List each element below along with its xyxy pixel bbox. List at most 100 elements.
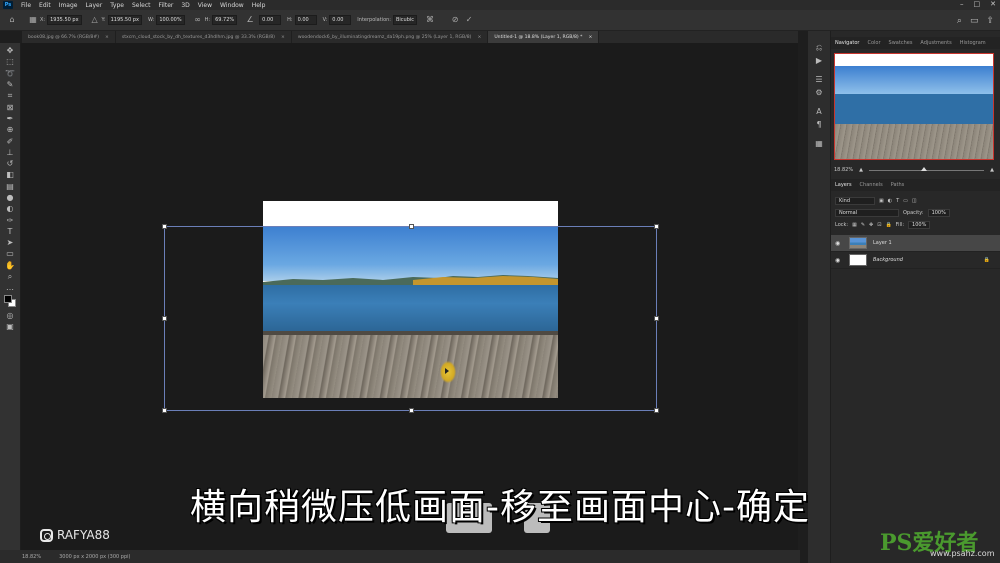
blend-mode-select[interactable]: Normal [835, 209, 899, 217]
tab-swatches[interactable]: Swatches [885, 40, 917, 46]
frame-icon[interactable]: ⊠ [3, 101, 17, 112]
lock-move-icon[interactable]: ✥ [869, 222, 873, 228]
adjust-panel-icon[interactable]: ⚙ [815, 86, 822, 99]
filter-shape-icon[interactable]: ▭ [903, 198, 908, 204]
share-icon[interactable]: ⇪ [986, 16, 994, 26]
quick-mask-icon[interactable]: ◎ [3, 310, 17, 321]
lock-all-icon[interactable]: 🔒 [885, 222, 891, 228]
menu-view[interactable]: View [194, 2, 216, 9]
color-swatches[interactable] [3, 294, 17, 310]
foreground-color-swatch[interactable] [4, 294, 12, 303]
menu-filter[interactable]: Filter [155, 2, 178, 9]
healing-icon[interactable]: ⊕ [3, 124, 17, 135]
hand-icon[interactable]: ✋ [3, 260, 17, 271]
tab-adjustments[interactable]: Adjustments [916, 40, 955, 46]
transform-handle-top-right[interactable] [654, 224, 659, 229]
transform-handle-right[interactable] [654, 316, 659, 321]
tab-cloud-stock[interactable]: stxcm_cloud_stock_by_dh_textures_d3hdlhm… [116, 31, 292, 43]
path-select-icon[interactable]: ➤ [3, 237, 17, 248]
zoom-icon[interactable]: ⌕ [3, 271, 17, 282]
interpolation-select[interactable]: Bicubic [392, 15, 418, 25]
dodge-icon[interactable]: ◐ [3, 203, 17, 214]
character-panel-icon[interactable]: A [816, 105, 821, 118]
properties-panel-icon[interactable]: ☰ [815, 73, 822, 86]
cancel-transform-icon[interactable]: ⊘ [451, 16, 459, 24]
actions-panel-icon[interactable]: ▶ [816, 54, 822, 67]
stamp-icon[interactable]: ⊥ [3, 147, 17, 158]
workspace-icon[interactable]: ▭ [970, 16, 979, 26]
lasso-icon[interactable]: ➰ [3, 68, 17, 79]
tab-book08[interactable]: book08.jpg @ 66.7% (RGB/8#) × [22, 31, 116, 43]
maximize-button[interactable]: □ [974, 0, 981, 10]
w-input[interactable]: 100.00% [156, 15, 185, 25]
h-input[interactable]: 69.72% [212, 15, 238, 25]
canvas-area[interactable] [21, 43, 798, 550]
tab-navigator[interactable]: Navigator [831, 40, 863, 46]
zoom-out-icon[interactable]: ▲ [859, 167, 863, 173]
filter-adjust-icon[interactable]: ◐ [888, 198, 892, 204]
menu-file[interactable]: File [17, 2, 35, 9]
crop-icon[interactable]: ⌗ [3, 90, 17, 101]
search-icon[interactable]: ⌕ [957, 16, 962, 26]
eyedropper-icon[interactable]: ✒ [3, 113, 17, 124]
tab-untitled-1[interactable]: Untitled-1 @ 18.8% (Layer 1, RGB/8) * × [488, 31, 600, 43]
menu-help[interactable]: Help [248, 2, 270, 9]
zoom-slider[interactable] [868, 166, 985, 171]
menu-type[interactable]: Type [106, 2, 128, 9]
pen-icon[interactable]: ✑ [3, 214, 17, 225]
screen-mode-icon[interactable]: ▣ [3, 321, 17, 332]
commit-transform-icon[interactable]: ✓ [465, 16, 473, 24]
layer-row-layer-1[interactable]: ◉ Layer 1 [831, 235, 1000, 252]
close-icon[interactable]: × [477, 35, 481, 40]
navigator-preview[interactable] [834, 53, 994, 160]
type-icon[interactable]: T [3, 226, 17, 237]
tab-channels[interactable]: Channels [856, 182, 887, 188]
visibility-eye-icon[interactable]: ◉ [835, 257, 843, 264]
quick-select-icon[interactable]: ✎ [3, 79, 17, 90]
close-icon[interactable]: × [281, 35, 285, 40]
zoom-level[interactable]: 18.82% [22, 554, 41, 560]
hskew-input[interactable]: 0.00 [294, 15, 317, 25]
tab-woodendock[interactable]: woodendock6_by_illuminatingdreamz_da19ph… [292, 31, 489, 43]
menu-layer[interactable]: Layer [81, 2, 106, 9]
close-icon[interactable]: × [588, 35, 592, 40]
transform-handle-bottom-left[interactable] [162, 408, 167, 413]
warp-icon[interactable]: ⌘ [426, 16, 434, 24]
reference-point-icon[interactable]: ▦ [29, 16, 37, 24]
home-icon[interactable]: ⌂ [8, 16, 16, 24]
layer-row-background[interactable]: ◉ Background 🔒 [831, 252, 1000, 269]
zoom-in-icon[interactable]: ▲ [990, 167, 994, 173]
menu-window[interactable]: Window [216, 2, 248, 9]
eraser-icon[interactable]: ◧ [3, 169, 17, 180]
brush-icon[interactable]: ✐ [3, 135, 17, 146]
history-brush-icon[interactable]: ↺ [3, 158, 17, 169]
transform-handle-top-left[interactable] [162, 224, 167, 229]
angle-input[interactable]: 0.00 [259, 15, 282, 25]
paragraph-panel-icon[interactable]: ¶ [816, 118, 821, 131]
layer-name[interactable]: Layer 1 [873, 240, 892, 246]
link-icon[interactable]: ∞ [194, 16, 202, 24]
delta-icon[interactable]: △ [91, 16, 99, 24]
close-button[interactable]: ✕ [990, 0, 996, 10]
history-panel-icon[interactable]: ⎌ [816, 41, 822, 54]
x-input[interactable]: 1935.50 px [47, 15, 82, 25]
opacity-input[interactable]: 100% [927, 209, 950, 217]
menu-3d[interactable]: 3D [177, 2, 193, 9]
tab-color[interactable]: Color [863, 40, 884, 46]
transform-handle-top[interactable] [409, 224, 414, 229]
more-icon[interactable]: … [3, 282, 17, 293]
kind-filter-select[interactable]: Kind [835, 197, 875, 205]
y-input[interactable]: 1195.50 px [107, 15, 143, 25]
tab-histogram[interactable]: Histogram [956, 40, 990, 46]
move-icon[interactable]: ✥ [3, 45, 17, 56]
lock-artboard-icon[interactable]: ⊡ [877, 222, 881, 228]
fill-input[interactable]: 100% [908, 221, 931, 229]
gradient-icon[interactable]: ▤ [3, 181, 17, 192]
libraries-panel-icon[interactable]: ▦ [815, 137, 823, 150]
transform-handle-bottom[interactable] [409, 408, 414, 413]
navigator-zoom-value[interactable]: 18.82% [834, 167, 853, 173]
document-info[interactable]: 3000 px x 2000 px (300 ppi) [59, 554, 130, 560]
tab-paths[interactable]: Paths [887, 182, 909, 188]
lock-paint-icon[interactable]: ✎ [861, 222, 865, 228]
menu-image[interactable]: Image [55, 2, 82, 9]
